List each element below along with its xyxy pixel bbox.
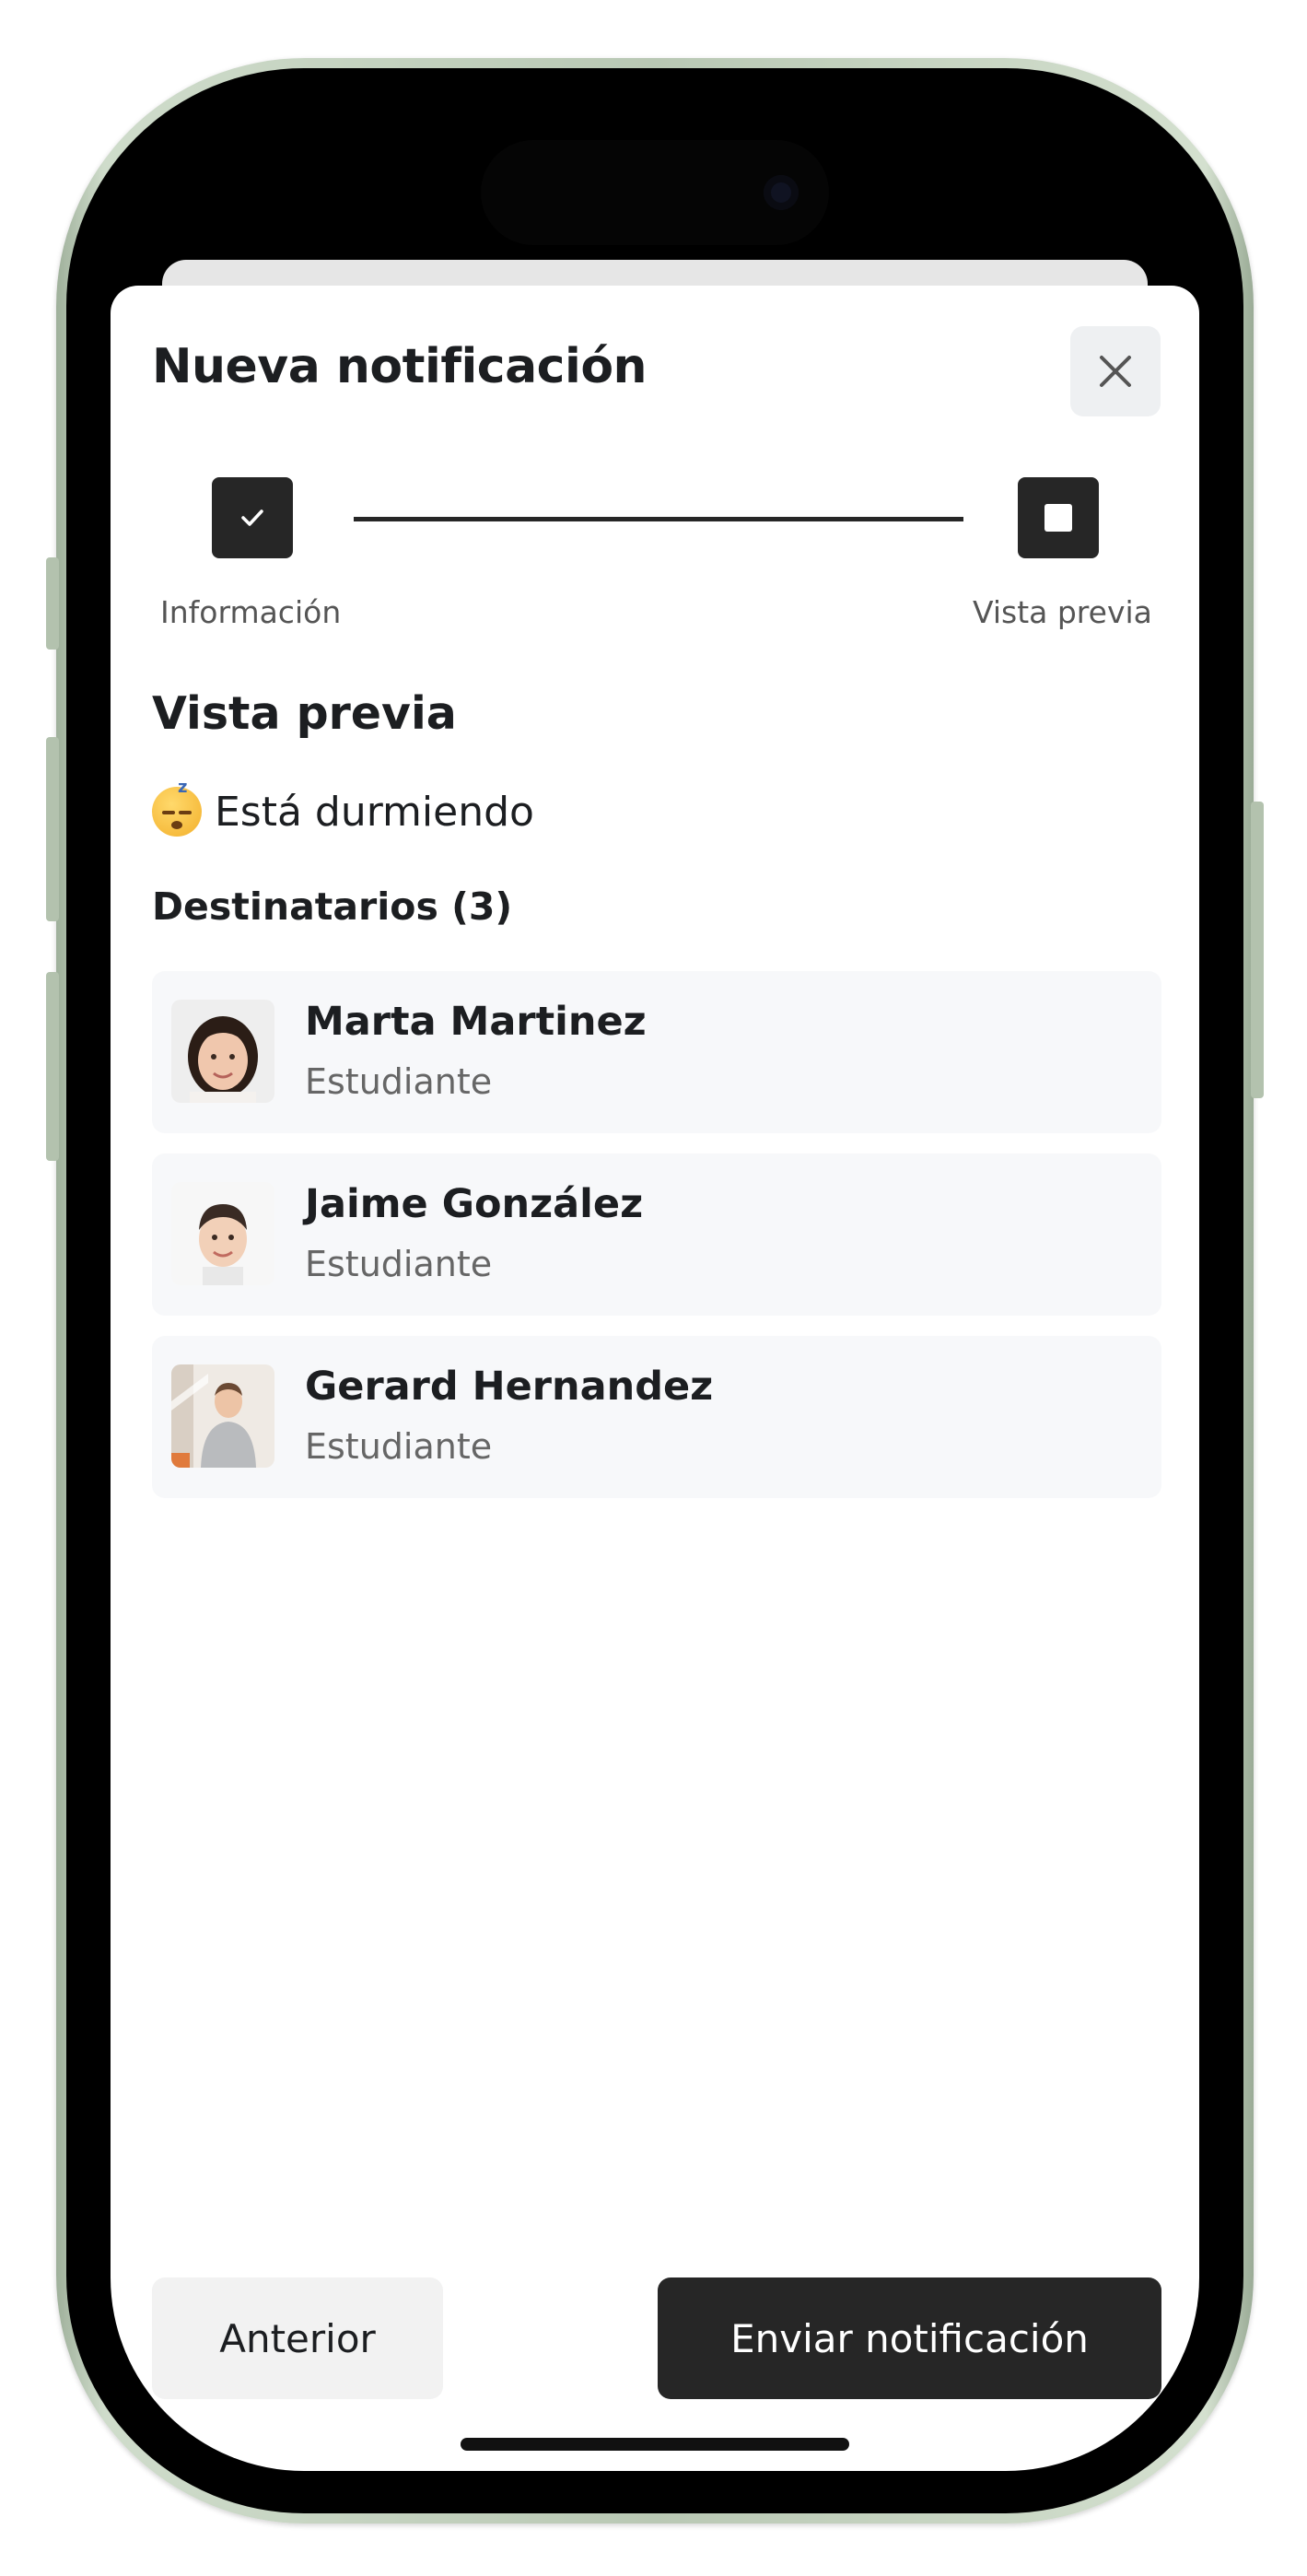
power-button: [1251, 802, 1264, 1098]
step-preview-indicator[interactable]: [1018, 477, 1099, 558]
recipient-role: Estudiante: [305, 1244, 493, 1284]
recipient-name: Jaime González: [305, 1181, 644, 1227]
avatar: [171, 1182, 274, 1285]
recipient-role: Estudiante: [305, 1426, 493, 1467]
check-icon: [241, 509, 263, 526]
recipient-card[interactable]: Marta Martinez Estudiante: [152, 971, 1161, 1133]
action-button: [46, 557, 59, 650]
home-indicator[interactable]: [461, 2438, 849, 2451]
recipient-name: Gerard Hernandez: [305, 1364, 714, 1410]
recipients-heading: Destinatarios (3): [152, 884, 513, 929]
step-information-label: Información: [160, 594, 342, 630]
send-notification-button[interactable]: Enviar notificación: [658, 2277, 1161, 2399]
preview-heading: Vista previa: [152, 687, 457, 740]
new-notification-modal: Nueva notificación Información Vista pre…: [111, 286, 1199, 2471]
volume-up-button: [46, 737, 59, 921]
front-camera: [764, 175, 799, 210]
previous-button[interactable]: Anterior: [152, 2277, 443, 2399]
preview-message: z Está durmiendo: [152, 778, 534, 837]
square-icon: [1044, 504, 1072, 532]
preview-message-text: Está durmiendo: [215, 788, 534, 836]
recipient-card[interactable]: Jaime González Estudiante: [152, 1153, 1161, 1316]
step-preview-label: Vista previa: [973, 594, 1152, 630]
close-button[interactable]: [1070, 326, 1161, 416]
modal-title: Nueva notificación: [152, 339, 648, 394]
step-information-indicator[interactable]: [212, 477, 293, 558]
sleeping-face-icon: z: [152, 778, 202, 837]
recipient-role: Estudiante: [305, 1061, 493, 1102]
recipient-card[interactable]: Gerard Hernandez Estudiante: [152, 1336, 1161, 1498]
recipient-name: Marta Martinez: [305, 999, 647, 1045]
stepper-connector: [354, 517, 963, 521]
avatar: [171, 1000, 274, 1103]
close-icon: [1100, 356, 1131, 387]
avatar: [171, 1364, 274, 1468]
volume-down-button: [46, 972, 59, 1161]
